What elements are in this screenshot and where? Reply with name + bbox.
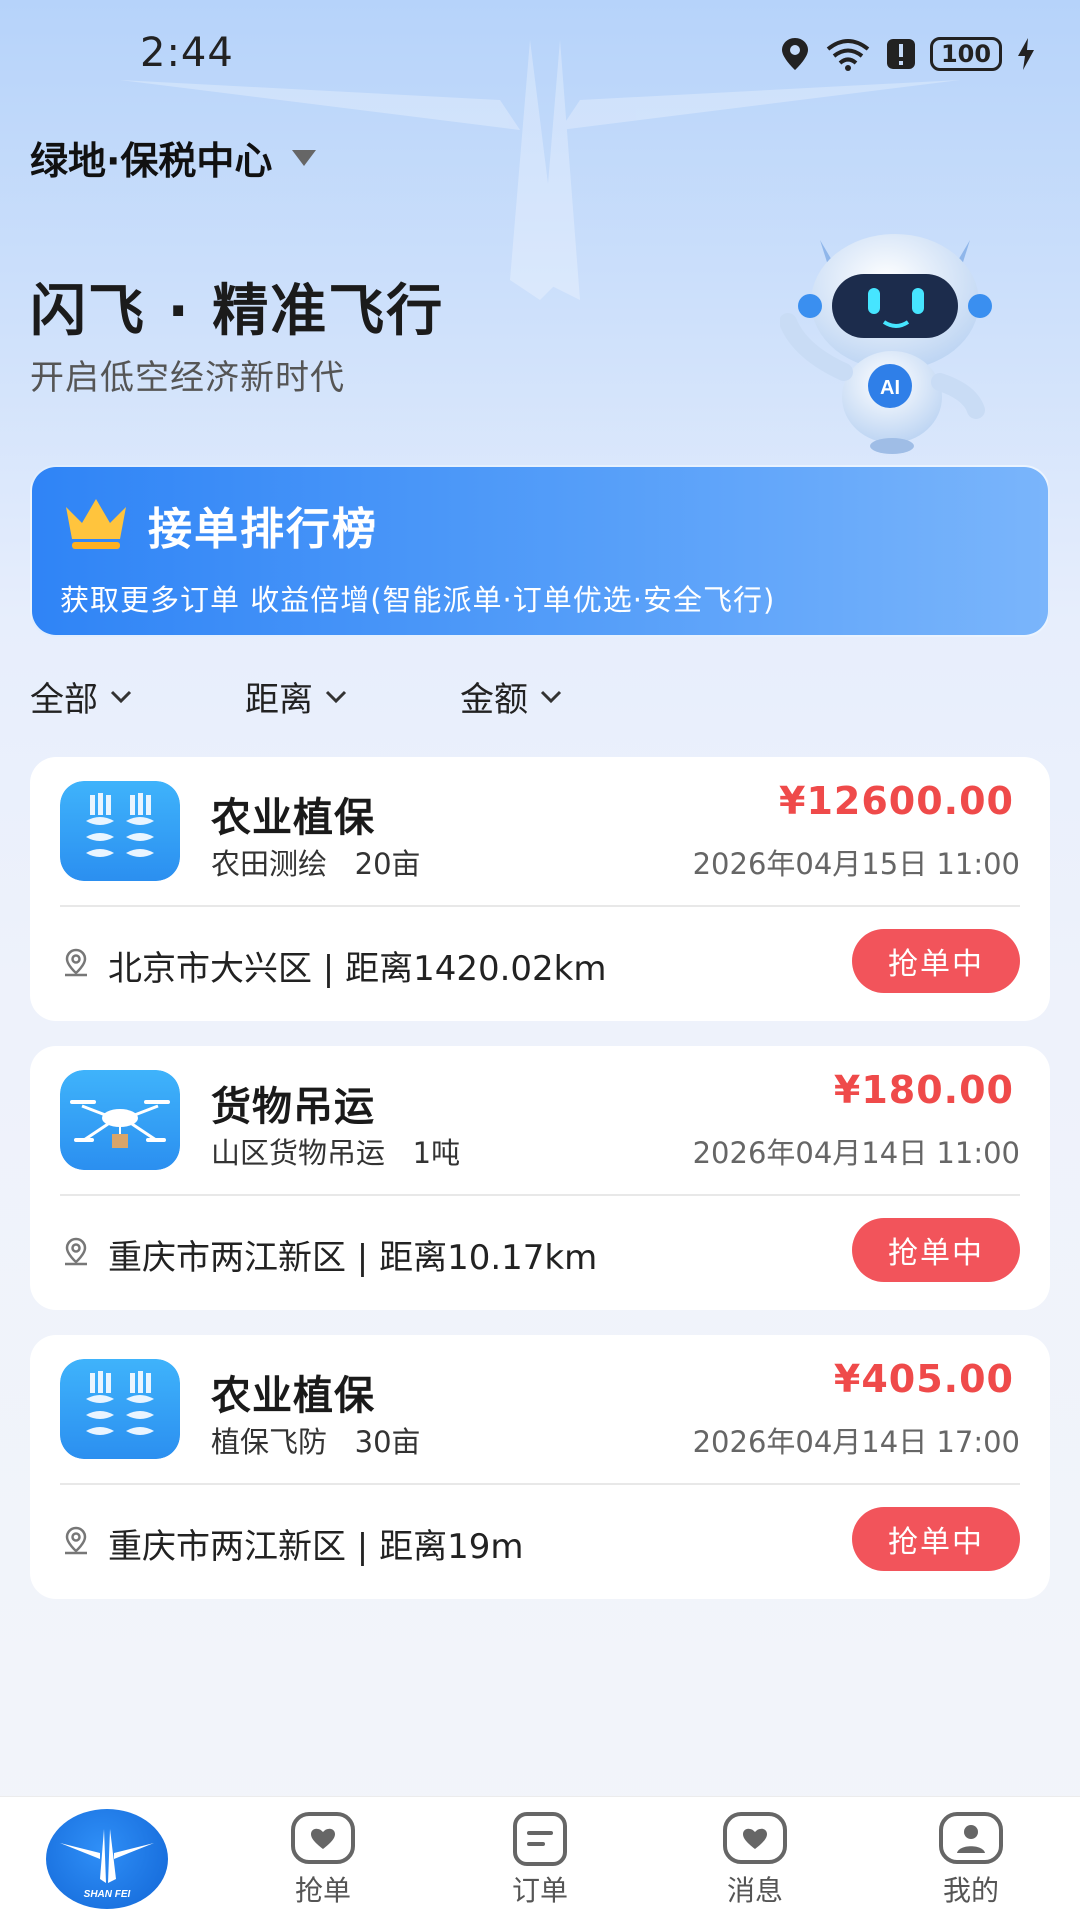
wheat-icon <box>60 781 180 881</box>
grab-order-button[interactable]: 抢单中 <box>852 1507 1020 1571</box>
shanfei-logo-icon: SHAN FEI <box>60 1829 154 1900</box>
filter-label: 金额 <box>460 680 528 720</box>
order-title: 农业植保 <box>211 795 375 841</box>
filter-distance[interactable]: 距离 <box>245 672 460 721</box>
home-logo-text: SHAN FEI <box>84 1889 131 1900</box>
hero-title: 闪飞 · 精准飞行 <box>30 279 445 344</box>
order-card[interactable]: 农业植保 植保飞防 30亩 ¥405.00 2026年04月14日 17:00 … <box>30 1335 1050 1599</box>
status-time: 2:44 <box>140 30 234 76</box>
heart-chat-icon <box>723 1812 787 1864</box>
svg-text:AI: AI <box>880 377 900 399</box>
status-icons: 100 <box>780 36 1036 72</box>
filter-label: 距离 <box>245 680 313 720</box>
location-pin-icon <box>65 1237 87 1266</box>
order-price: ¥12600.00 <box>779 779 1014 823</box>
ranking-title: 接单排行榜 <box>148 504 378 555</box>
order-title: 农业植保 <box>211 1373 375 1419</box>
document-icon <box>513 1812 567 1866</box>
order-subtitle: 农田测绘 20亩 <box>211 847 421 881</box>
location-selector[interactable]: 绿地·保税中心 <box>30 130 317 185</box>
divider <box>60 1194 1020 1196</box>
nav-label: 订单 <box>511 1874 568 1907</box>
order-time: 2026年04月15日 11:00 <box>692 847 1020 881</box>
order-time: 2026年04月14日 11:00 <box>692 1136 1020 1170</box>
nav-grab-orders[interactable]: 抢单 <box>268 1811 378 1909</box>
status-bar: 2:44 100 <box>0 0 1080 115</box>
filter-label: 全部 <box>30 680 98 720</box>
divider <box>60 905 1020 907</box>
order-subtitle: 山区货物吊运 1吨 <box>211 1136 461 1170</box>
nav-home-logo-button[interactable]: SHAN FEI <box>46 1809 168 1909</box>
nav-label: 抢单 <box>294 1874 351 1907</box>
order-card[interactable]: 农业植保 农田测绘 20亩 ¥12600.00 2026年04月15日 11:0… <box>30 757 1050 1021</box>
wheat-icon <box>60 1359 180 1459</box>
alert-icon <box>887 39 915 69</box>
order-subtitle: 植保飞防 30亩 <box>211 1425 421 1459</box>
nav-label: 我的 <box>942 1874 999 1907</box>
heart-chat-icon <box>291 1812 355 1864</box>
location-name: 绿地·保税中心 <box>30 139 273 183</box>
bottom-nav: SHAN FEI 抢单 订单 消息 我的 <box>0 1796 1080 1920</box>
grab-order-button[interactable]: 抢单中 <box>852 1218 1020 1282</box>
divider <box>60 1483 1020 1485</box>
location-pin-icon <box>65 1526 87 1555</box>
grab-order-button[interactable]: 抢单中 <box>852 929 1020 993</box>
order-price: ¥405.00 <box>833 1357 1014 1401</box>
filter-all[interactable]: 全部 <box>30 672 245 721</box>
order-card[interactable]: 货物吊运 山区货物吊运 1吨 ¥180.00 2026年04月14日 11:00… <box>30 1046 1050 1310</box>
battery-indicator: 100 <box>930 37 1002 71</box>
nav-profile[interactable]: 我的 <box>916 1811 1026 1909</box>
chevron-down-icon <box>540 690 562 703</box>
nav-label: 消息 <box>726 1874 783 1907</box>
wifi-icon <box>826 39 870 71</box>
order-location: 重庆市两江新区 | 距离10.17km <box>108 1238 598 1278</box>
chevron-down-icon <box>325 690 347 703</box>
nav-orders[interactable]: 订单 <box>485 1811 595 1909</box>
charging-icon <box>1018 38 1034 70</box>
nav-messages[interactable]: 消息 <box>700 1811 810 1909</box>
order-title: 货物吊运 <box>211 1084 375 1130</box>
location-pin-icon <box>65 948 87 977</box>
ai-robot-mascot-icon: AI <box>780 234 992 454</box>
order-location: 北京市大兴区 | 距离1420.02km <box>108 949 607 989</box>
order-price: ¥180.00 <box>833 1068 1014 1112</box>
hero-subtitle: 开启低空经济新时代 <box>30 358 345 398</box>
location-status-icon <box>782 38 808 70</box>
drone-icon <box>60 1070 180 1170</box>
order-time: 2026年04月14日 17:00 <box>692 1425 1020 1459</box>
ranking-description: 获取更多订单 收益倍增(智能派单·订单优选·安全飞行) <box>60 583 776 617</box>
order-location: 重庆市两江新区 | 距离19m <box>108 1527 524 1567</box>
crown-icon <box>66 499 126 549</box>
filter-amount[interactable]: 金额 <box>460 672 675 721</box>
ranking-banner[interactable]: 接单排行榜 获取更多订单 收益倍增(智能派单·订单优选·安全飞行) <box>30 465 1050 637</box>
user-icon <box>939 1812 1003 1864</box>
caret-down-icon <box>292 149 317 166</box>
filter-bar: 全部 距离 金额 <box>30 672 675 721</box>
chevron-down-icon <box>110 690 132 703</box>
